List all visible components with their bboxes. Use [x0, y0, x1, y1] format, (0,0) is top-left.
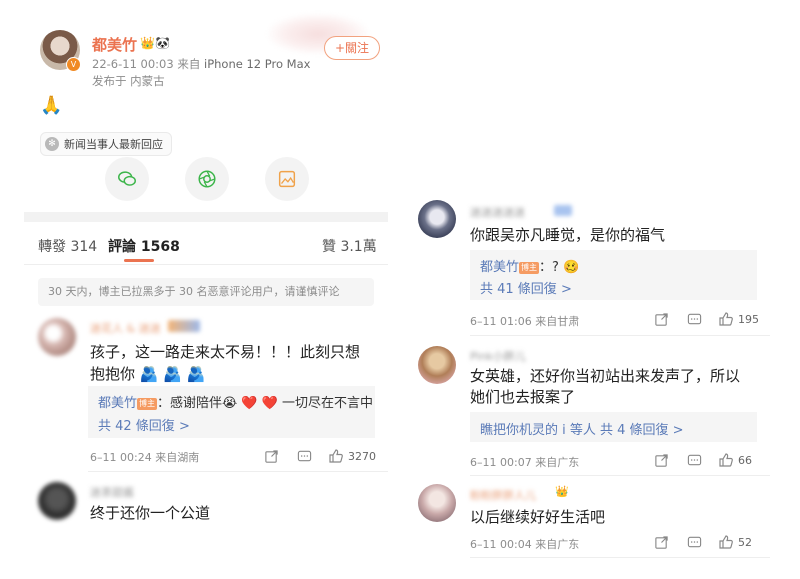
comment-divider: [470, 335, 770, 336]
reply-more-link[interactable]: 共 42 條回復 >: [98, 415, 190, 434]
comment-text: 终于还你一个公道: [90, 504, 211, 522]
share-moments-button[interactable]: [185, 157, 229, 201]
topic-label: 新闻当事人最新回应: [64, 138, 163, 151]
reply-more-link[interactable]: 共 41 條回復 >: [480, 278, 572, 297]
commenter-avatar[interactable]: [418, 484, 456, 522]
commenter-name[interactable]: Pink小胖儿: [470, 348, 526, 364]
share-icon[interactable]: [654, 312, 669, 327]
post-location: 发布于 内蒙古: [92, 74, 165, 88]
share-icon[interactable]: [654, 535, 669, 550]
crown-badge-icon: 👑: [140, 36, 155, 50]
topic-chip[interactable]: ✻ 新闻当事人最新回应: [40, 132, 172, 156]
image-save-icon: [278, 170, 296, 188]
wechat-icon: [118, 171, 136, 186]
blogger-tag: 博主: [519, 261, 540, 274]
comment-notice: 30 天内，博主已拉黑多于 30 名恶意评论用户，请谨慎评论: [38, 278, 374, 306]
comment-reply-box[interactable]: 瞧把你机灵的 i 等人 共 4 條回復 >: [470, 412, 757, 442]
comment-text: 孩子，这一路走来太不易！！！此刻只想 抱抱你 🫂 🫂 🫂: [90, 343, 361, 383]
reply-text: ：? 🥴: [539, 260, 580, 275]
comment-meta: 6–11 00:24 来自湖南: [90, 451, 200, 464]
topic-icon: ✻: [45, 137, 59, 151]
section-divider: [24, 212, 388, 222]
reply-author[interactable]: 都美竹: [480, 260, 519, 275]
crown-badge-icon: 👑: [555, 485, 569, 498]
share-icon[interactable]: [264, 449, 279, 464]
commenter-name[interactable]: 迷花人 & 迷迷: [90, 320, 161, 336]
comment-icon[interactable]: [687, 312, 702, 327]
comment-divider: [88, 471, 388, 472]
thumbs-up-icon[interactable]: [328, 448, 344, 464]
comment-divider: [470, 475, 770, 476]
like-count: 3270: [348, 449, 376, 463]
moments-icon: [198, 170, 216, 188]
panda-badge-icon: 🐼: [155, 36, 170, 50]
tab-repost[interactable]: 轉發 314: [38, 236, 97, 256]
commenter-badge: [554, 205, 572, 216]
comment-actions: 52: [654, 534, 752, 550]
commenter-badge: [168, 320, 200, 332]
commenter-name[interactable]: 迷迷迷迷迷: [470, 204, 525, 220]
like-count: 66: [738, 453, 752, 467]
follow-button[interactable]: +關注: [324, 36, 380, 60]
like-count: 195: [738, 312, 759, 326]
comment-icon[interactable]: [687, 453, 702, 468]
comment-actions: 3270: [264, 448, 376, 464]
comment-meta: 6–11 01:06 来自甘肃: [470, 315, 580, 328]
commenter-avatar[interactable]: [418, 200, 456, 238]
commenter-name[interactable]: 粉粉胖胖人儿: [470, 487, 536, 503]
comment-reply-box[interactable]: 都美竹 博主：? 🥴 共 41 條回復 >: [470, 250, 757, 300]
reply-more-link[interactable]: 瞧把你机灵的 i 等人 共 4 條回復 >: [480, 419, 684, 438]
comment-actions: 66: [654, 452, 752, 468]
save-image-button[interactable]: [265, 157, 309, 201]
comment-icon[interactable]: [297, 449, 312, 464]
left-screenshot: V 都美竹 👑 🐼 22-6-11 00:03 来自 iPhone 12 Pro…: [0, 0, 400, 579]
share-wechat-button[interactable]: [105, 157, 149, 201]
thumbs-up-icon[interactable]: [718, 452, 734, 468]
tab-likes[interactable]: 贊 3.1萬: [322, 236, 377, 256]
share-icon[interactable]: [654, 453, 669, 468]
comment-text: 女英雄，还好你当初站出来发声了，所以 她们也去报案了: [470, 367, 741, 406]
reply-author[interactable]: 都美竹: [98, 396, 137, 411]
post-content: 🙏: [40, 95, 63, 116]
comment-icon[interactable]: [687, 535, 702, 550]
commenter-avatar[interactable]: [418, 346, 456, 384]
like-count: 52: [738, 535, 752, 549]
comment-meta: 6–11 00:04 来自广东: [470, 538, 580, 551]
thumbs-up-icon[interactable]: [718, 311, 734, 327]
commenter-avatar[interactable]: [38, 482, 76, 520]
verified-badge-icon: V: [66, 57, 81, 72]
tab-active-indicator: [124, 259, 154, 262]
post-device: iPhone 12 Pro Max: [204, 57, 311, 71]
right-screenshot: 迷迷迷迷迷 你跟吴亦凡睡觉，是你的福气 都美竹 博主：? 🥴 共 41 條回復 >…: [410, 190, 800, 579]
blogger-tag: 博主: [137, 397, 158, 410]
commenter-avatar[interactable]: [38, 318, 76, 356]
author-name[interactable]: 都美竹: [92, 34, 137, 55]
comment-divider: [470, 557, 770, 558]
tab-divider: [24, 264, 388, 265]
comment-text: 以后继续好好生活吧: [470, 508, 606, 526]
tab-comments[interactable]: 評論 1568: [108, 236, 180, 256]
comment-text: 你跟吴亦凡睡觉，是你的福气: [470, 226, 666, 244]
thumbs-up-icon[interactable]: [718, 534, 734, 550]
commenter-name[interactable]: 迷茶甜酱: [90, 484, 134, 500]
comment-meta: 6–11 00:07 来自广东: [470, 456, 580, 469]
comment-actions: 195: [654, 311, 759, 327]
comment-reply-box[interactable]: 都美竹 博主 ：感谢陪伴😭 ❤️ ❤️ 一切尽在不言中 共 42 條回復 >: [88, 386, 375, 438]
post-time: 22-6-11 00:03 来自 iPhone 12 Pro Max: [92, 57, 311, 71]
reply-text: ：感谢陪伴😭 ❤️ ❤️ 一切尽在不言中: [157, 396, 373, 411]
